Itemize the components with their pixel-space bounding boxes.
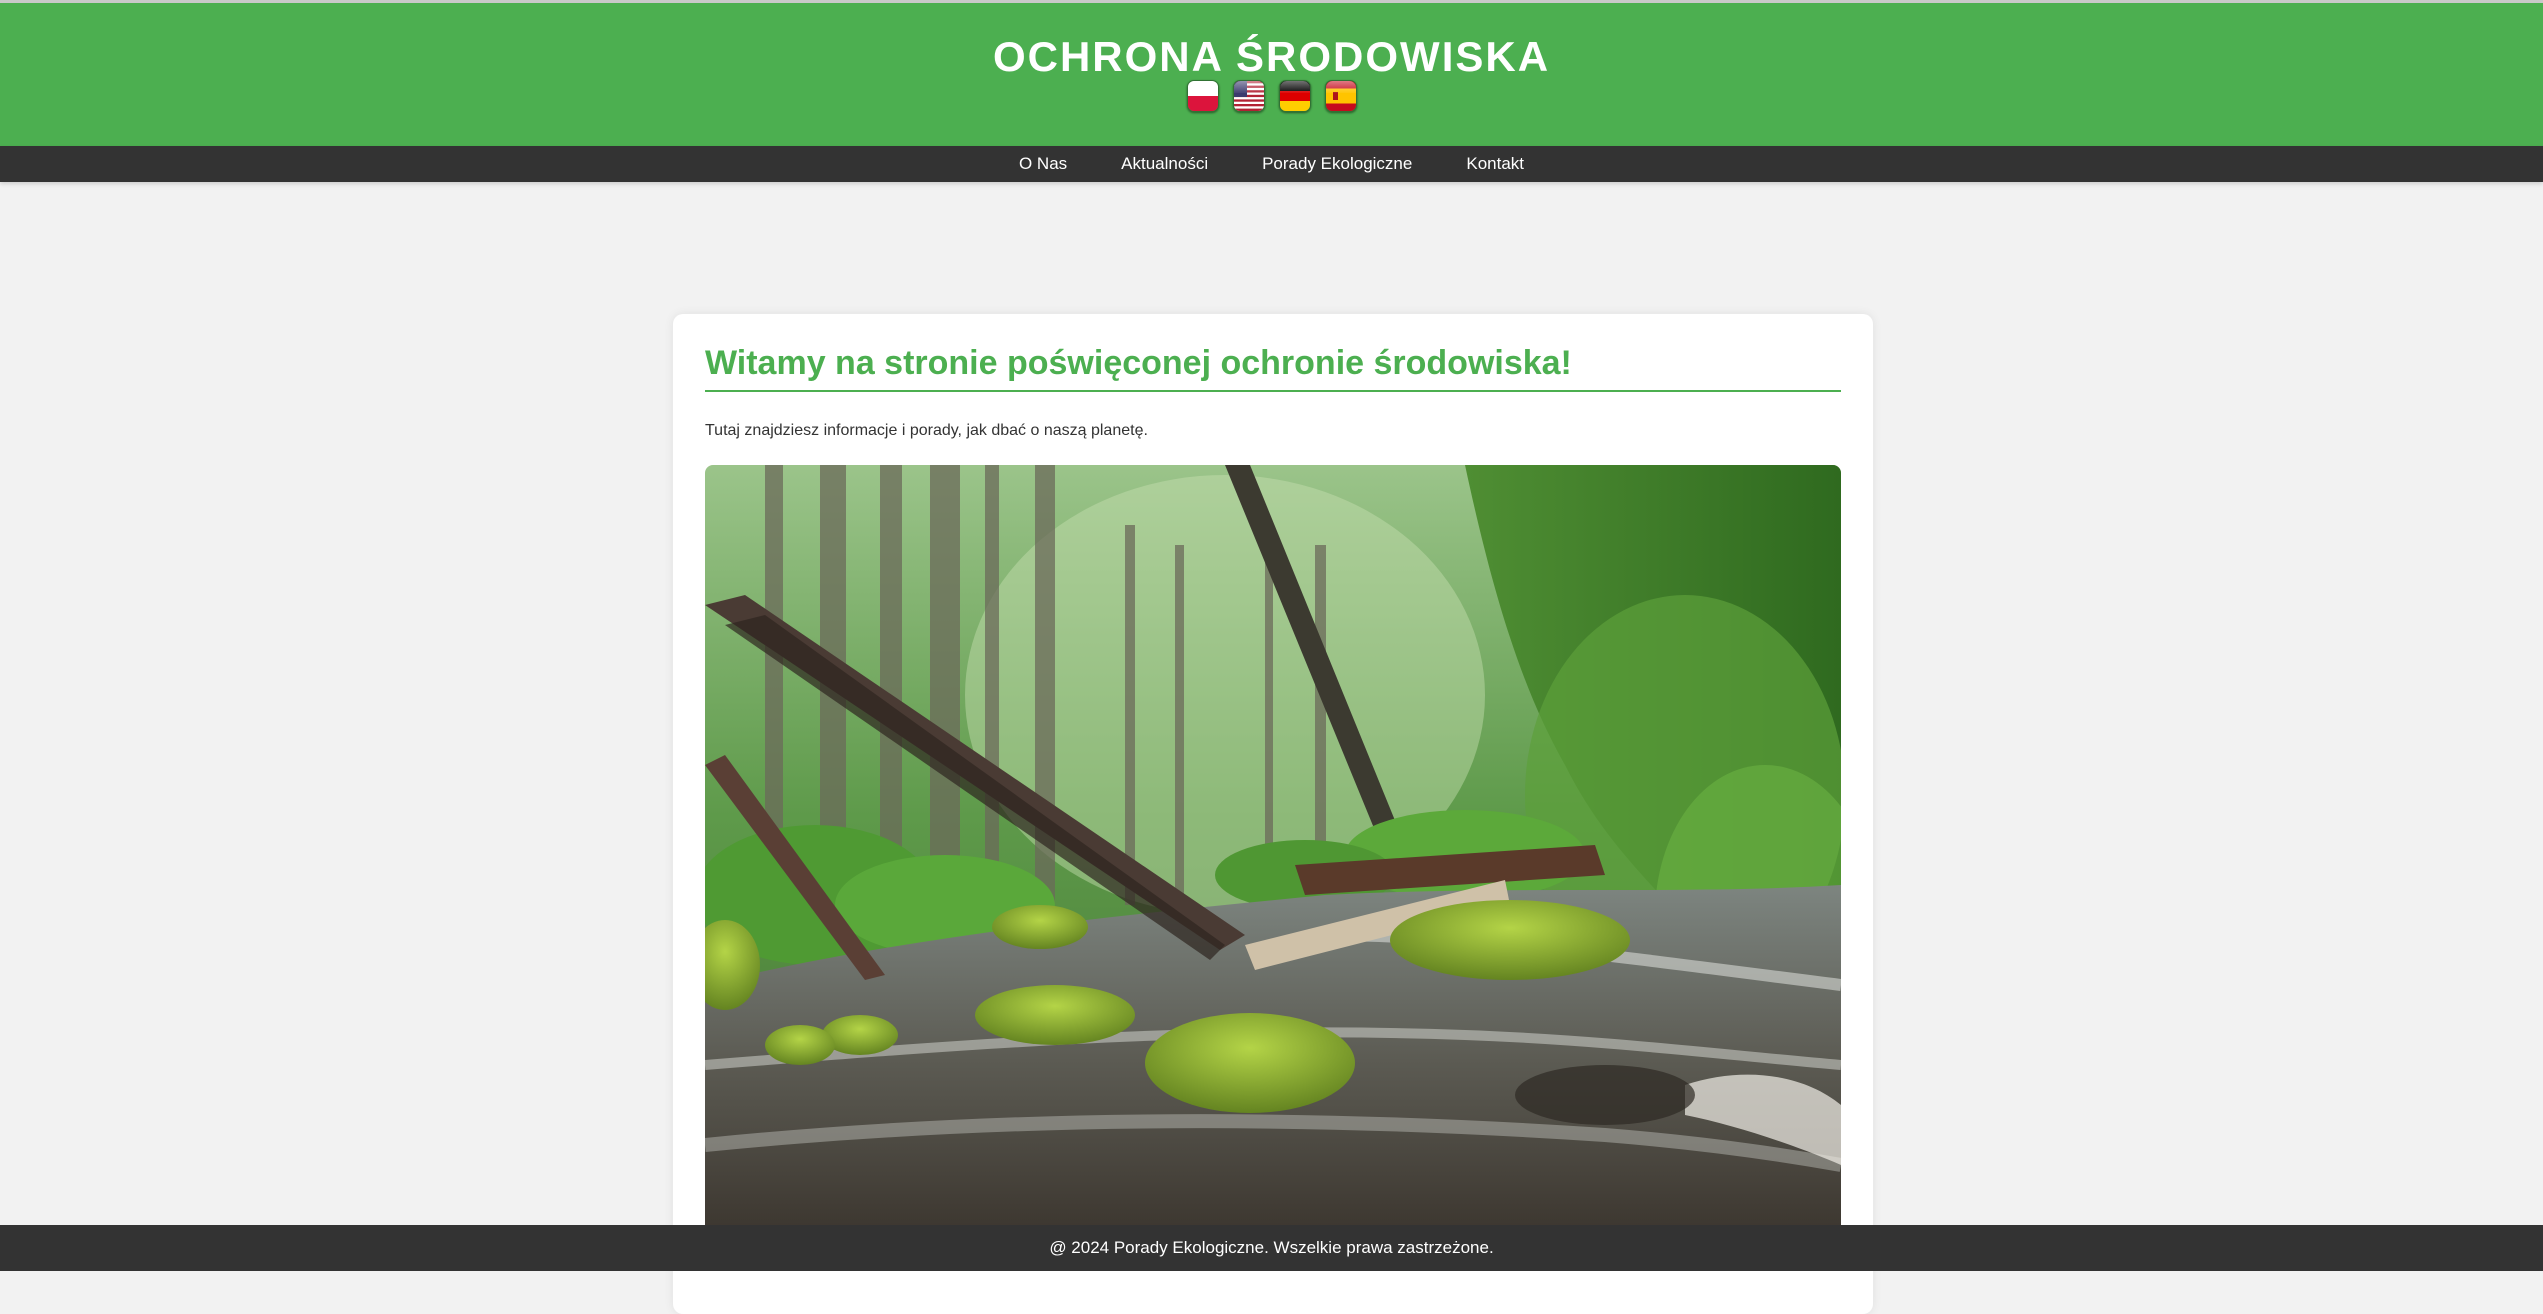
- heading-divider: [705, 390, 1841, 392]
- site-footer: @ 2024 Porady Ekologiczne. Wszelkie praw…: [0, 1225, 2543, 1271]
- site-title: OCHRONA ŚRODOWISKA: [992, 33, 1551, 80]
- welcome-heading: Witamy na stronie poświęconej ochronie ś…: [705, 344, 1572, 382]
- forest-river-photo: [705, 465, 1841, 1245]
- content-card: Witamy na stronie poświęconej ochronie ś…: [673, 314, 1873, 1314]
- germany-flag-icon[interactable]: [1278, 80, 1311, 112]
- nav-item-aktualnosci[interactable]: Aktualności: [1121, 154, 1208, 174]
- poland-flag-icon[interactable]: [1186, 80, 1219, 112]
- nav-item-o-nas[interactable]: O Nas: [1019, 154, 1067, 174]
- site-header: OCHRONA ŚRODOWISKA: [0, 3, 2543, 146]
- spain-flag-icon[interactable]: [1324, 80, 1357, 112]
- intro-text: Tutaj znajdziesz informacje i porady, ja…: [705, 422, 1148, 439]
- nav-item-kontakt[interactable]: Kontakt: [1466, 154, 1524, 174]
- copyright-text: @ 2024 Porady Ekologiczne. Wszelkie praw…: [1049, 1238, 1494, 1257]
- language-switcher: [0, 80, 2543, 112]
- nav-item-porady-ekologiczne[interactable]: Porady Ekologiczne: [1262, 154, 1412, 174]
- main-navigation: O Nas Aktualności Porady Ekologiczne Kon…: [0, 146, 2543, 182]
- usa-flag-icon[interactable]: [1232, 80, 1265, 112]
